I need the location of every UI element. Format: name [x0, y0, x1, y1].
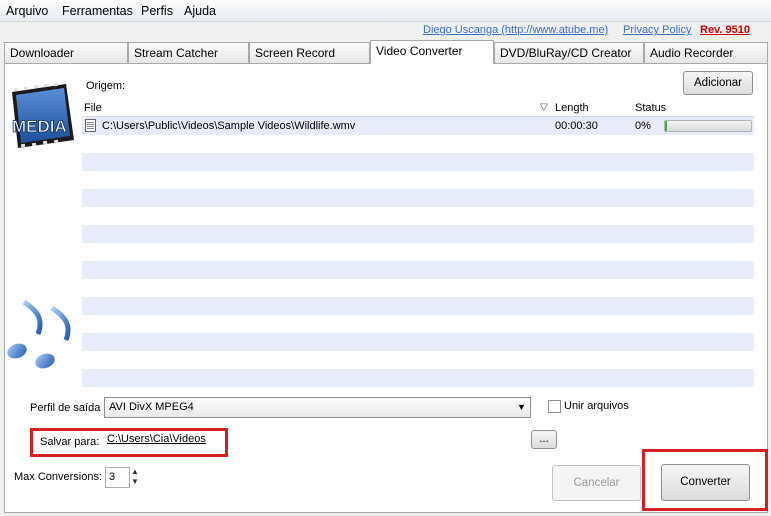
add-button[interactable]: Adicionar	[683, 71, 753, 95]
tab-screen-record[interactable]: Screen Record	[249, 42, 370, 63]
progress-fill	[665, 121, 667, 131]
row-status: 0%	[635, 120, 651, 132]
author-link[interactable]: Diego Uscanga (http://www.atube.me)	[423, 24, 608, 36]
highlight-box-save	[30, 428, 228, 457]
highlight-box-convert	[642, 449, 768, 511]
profile-select[interactable]: AVI DivX MPEG4 ▼	[104, 397, 531, 418]
max-conversions-input[interactable]: 3	[105, 467, 130, 488]
chevron-up-icon[interactable]: ▲	[131, 467, 139, 477]
merge-checkbox[interactable]	[548, 400, 561, 413]
revision-link[interactable]: Rev. 9510	[700, 24, 750, 36]
column-length[interactable]: Length	[555, 102, 589, 114]
menu-ajuda[interactable]: Ajuda	[184, 4, 216, 18]
file-list: File ▽ Length Status C:\Users\Public\Vid…	[82, 100, 754, 390]
menu-perfis[interactable]: Perfis	[141, 4, 173, 18]
column-file[interactable]: File	[84, 102, 102, 114]
tab-dvd-creator[interactable]: DVD/BluRay/CD Creator	[494, 42, 644, 63]
music-note-icon	[6, 296, 76, 376]
tab-video-converter[interactable]: Video Converter	[370, 40, 494, 64]
stepper-arrows[interactable]: ▲ ▼	[131, 467, 139, 487]
privacy-policy-link[interactable]: Privacy Policy	[623, 24, 691, 36]
sort-arrow-icon: ▽	[540, 102, 548, 113]
menu-ferramentas[interactable]: Ferramentas	[62, 4, 133, 18]
profile-label: Perfil de saída	[30, 402, 101, 414]
column-status[interactable]: Status	[635, 102, 666, 114]
tab-stream-catcher[interactable]: Stream Catcher	[128, 42, 249, 63]
max-conversions-label: Max Conversions:	[14, 471, 103, 483]
media-logo-icon: MEDIA	[8, 82, 80, 154]
file-list-header: File ▽ Length Status	[82, 100, 754, 117]
max-conversions-value: 3	[109, 471, 116, 483]
header-links: Diego Uscanga (http://www.atube.me) Priv…	[0, 24, 771, 38]
table-row[interactable]: C:\Users\Public\Videos\Sample Videos\Wil…	[82, 117, 754, 135]
profile-value: AVI DivX MPEG4	[109, 401, 194, 413]
cancel-button[interactable]: Cancelar	[552, 465, 641, 501]
menu-arquivo[interactable]: Arquivo	[6, 4, 48, 18]
chevron-down-icon[interactable]: ▼	[131, 477, 139, 487]
browse-button[interactable]: ...	[531, 430, 557, 449]
tab-audio-recorder[interactable]: Audio Recorder	[644, 42, 768, 63]
tab-downloader[interactable]: Downloader	[4, 42, 128, 63]
file-icon	[85, 119, 96, 135]
row-file-path: C:\Users\Public\Videos\Sample Videos\Wil…	[102, 120, 356, 132]
row-length: 00:00:30	[555, 120, 598, 132]
chevron-down-icon: ▼	[517, 402, 526, 412]
svg-text:MEDIA: MEDIA	[12, 117, 67, 136]
origin-label: Origem:	[86, 80, 126, 92]
menu-bar: Arquivo Ferramentas Perfis Ajuda	[0, 0, 771, 22]
row-progress-bar	[664, 120, 752, 132]
merge-label: Unir arquivos	[564, 400, 629, 412]
